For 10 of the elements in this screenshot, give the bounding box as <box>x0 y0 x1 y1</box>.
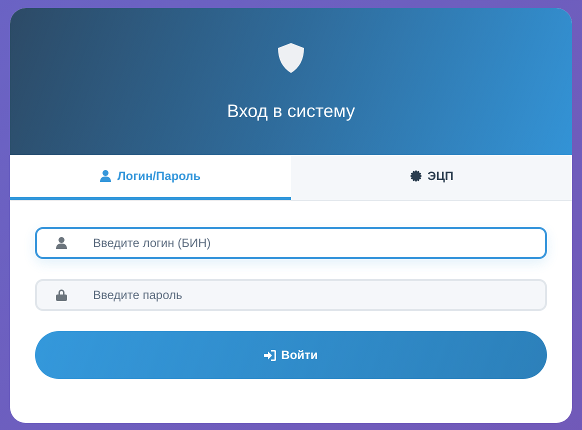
shield-icon <box>278 43 304 73</box>
badge-icon <box>410 170 422 182</box>
user-icon <box>56 237 66 249</box>
sign-in-icon <box>264 350 276 360</box>
user-icon <box>100 170 112 182</box>
login-button[interactable]: Войти <box>35 331 547 379</box>
tab[interactable]: ЭЦП <box>291 155 572 200</box>
lock-icon <box>56 289 66 301</box>
header-title: Вход в систему <box>227 101 355 122</box>
input-field[interactable]: Введите логин (БИН) <box>35 227 547 259</box>
